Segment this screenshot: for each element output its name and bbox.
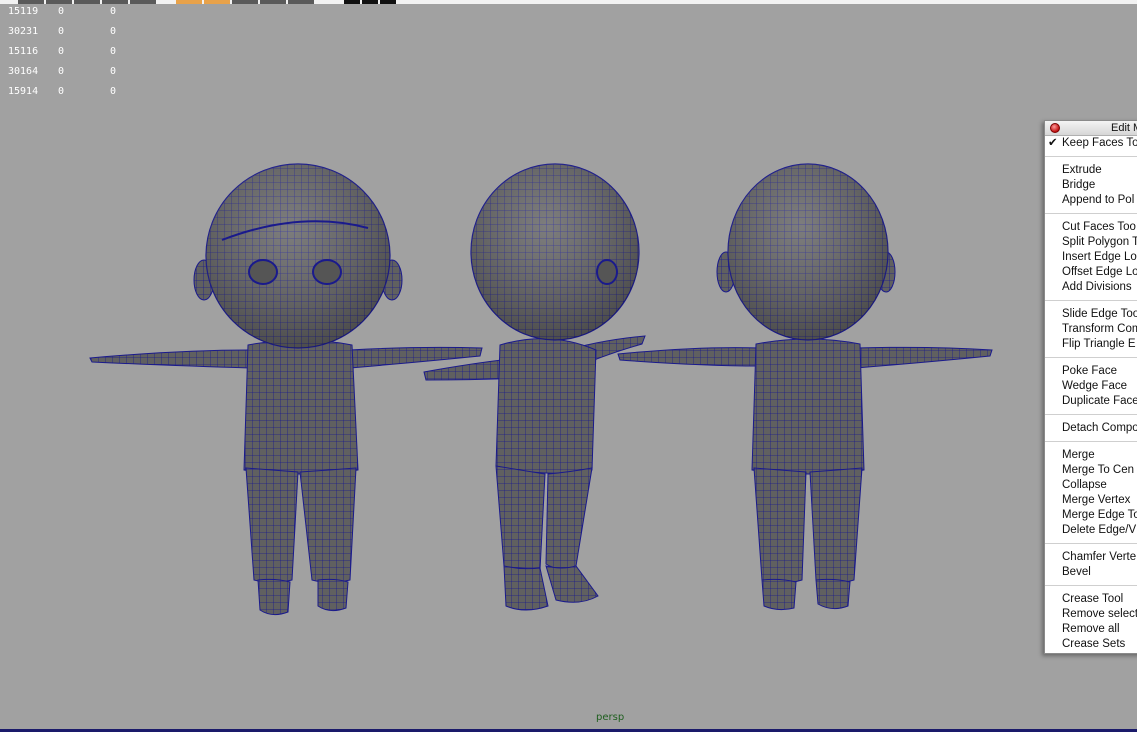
menu-item-slide-edge-tool[interactable]: Slide Edge Too bbox=[1045, 307, 1137, 322]
menu-item-label: Transform Com bbox=[1062, 323, 1137, 335]
menu-item-label: Crease Sets bbox=[1062, 638, 1126, 650]
menu-item-label: Merge Vertex bbox=[1062, 494, 1131, 506]
menu-item-label: Remove select bbox=[1062, 608, 1137, 620]
checkmark-icon: ✔ bbox=[1048, 137, 1058, 149]
character-side-view[interactable] bbox=[423, 163, 646, 611]
menu-item-label: Crease Tool bbox=[1062, 593, 1124, 605]
menu-divider bbox=[1045, 357, 1137, 358]
menu-item-crease-sets[interactable]: Crease Sets bbox=[1045, 637, 1137, 652]
menu-item-bevel[interactable]: Bevel bbox=[1045, 565, 1137, 580]
menu-item-transform-component[interactable]: Transform Com bbox=[1045, 322, 1137, 337]
menu-item-bridge[interactable]: Bridge bbox=[1045, 178, 1137, 193]
menu-item-insert-edge-loop[interactable]: Insert Edge Lo bbox=[1045, 250, 1137, 265]
menu-item-label: Keep Faces To bbox=[1062, 137, 1137, 149]
menu-item-label: Bevel bbox=[1062, 566, 1091, 578]
menu-item-label: Bridge bbox=[1062, 179, 1096, 191]
menu-item-cut-faces-tool[interactable]: Cut Faces Too bbox=[1045, 220, 1137, 235]
menu-item-merge-vertex-tool[interactable]: Merge Vertex bbox=[1045, 493, 1137, 508]
menu-item-split-polygon-tool[interactable]: Split Polygon T bbox=[1045, 235, 1137, 250]
menu-divider bbox=[1045, 441, 1137, 442]
menu-item-label: Append to Pol bbox=[1062, 194, 1135, 206]
menu-item-extrude[interactable]: Extrude bbox=[1045, 163, 1137, 178]
menu-item-merge-edge-tool[interactable]: Merge Edge To bbox=[1045, 508, 1137, 523]
camera-label: persp bbox=[596, 712, 625, 723]
menu-item-label: Flip Triangle E bbox=[1062, 338, 1136, 350]
menu-divider bbox=[1045, 300, 1137, 301]
menu-item-merge-to-center[interactable]: Merge To Cen bbox=[1045, 463, 1137, 478]
close-icon[interactable] bbox=[1050, 123, 1060, 133]
menu-item-label: Wedge Face bbox=[1062, 380, 1127, 392]
menu-item-label: Insert Edge Lo bbox=[1062, 251, 1137, 263]
menu-divider bbox=[1045, 414, 1137, 415]
menu-item-label: Chamfer Verte bbox=[1062, 551, 1137, 563]
menu-item-label: Remove all bbox=[1062, 623, 1120, 635]
menu-item-label: Merge bbox=[1062, 449, 1095, 461]
edit-mesh-tearoff-menu[interactable]: Edit M ✔ Keep Faces To Extrude Bridge Ap… bbox=[1044, 120, 1137, 654]
menu-item-label: Merge To Cen bbox=[1062, 464, 1135, 476]
menu-item-label: Cut Faces Too bbox=[1062, 221, 1136, 233]
menu-titlebar[interactable]: Edit M bbox=[1045, 121, 1137, 136]
menu-divider bbox=[1045, 156, 1137, 157]
menu-item-remove-selected-creases[interactable]: Remove select bbox=[1045, 607, 1137, 622]
menu-item-keep-faces-together[interactable]: ✔ Keep Faces To bbox=[1045, 136, 1137, 151]
menu-divider bbox=[1045, 543, 1137, 544]
menu-item-label: Split Polygon T bbox=[1062, 236, 1137, 248]
menu-item-label: Detach Compo bbox=[1062, 422, 1137, 434]
menu-item-label: Merge Edge To bbox=[1062, 509, 1137, 521]
viewport-scene[interactable] bbox=[0, 0, 1137, 732]
menu-item-add-divisions[interactable]: Add Divisions bbox=[1045, 280, 1137, 295]
menu-item-wedge-face[interactable]: Wedge Face bbox=[1045, 379, 1137, 394]
menu-item-collapse[interactable]: Collapse bbox=[1045, 478, 1137, 493]
menu-item-label: Duplicate Face bbox=[1062, 395, 1137, 407]
menu-item-poke-face[interactable]: Poke Face bbox=[1045, 364, 1137, 379]
menu-item-chamfer-vertex[interactable]: Chamfer Verte bbox=[1045, 550, 1137, 565]
menu-item-label: Offset Edge Lo bbox=[1062, 266, 1137, 278]
character-front-view[interactable] bbox=[89, 163, 483, 616]
menu-item-crease-tool[interactable]: Crease Tool bbox=[1045, 592, 1137, 607]
menu-item-duplicate-face[interactable]: Duplicate Face bbox=[1045, 394, 1137, 409]
menu-title: Edit M bbox=[1111, 122, 1137, 134]
menu-item-label: Slide Edge Too bbox=[1062, 308, 1137, 320]
menu-item-label: Add Divisions bbox=[1062, 281, 1132, 293]
menu-item-append-to-polygon[interactable]: Append to Pol bbox=[1045, 193, 1137, 208]
menu-item-detach-component[interactable]: Detach Compo bbox=[1045, 421, 1137, 436]
menu-item-offset-edge-loop[interactable]: Offset Edge Lo bbox=[1045, 265, 1137, 280]
menu-item-label: Extrude bbox=[1062, 164, 1102, 176]
menu-divider bbox=[1045, 213, 1137, 214]
menu-divider bbox=[1045, 585, 1137, 586]
menu-item-flip-triangle-edge[interactable]: Flip Triangle E bbox=[1045, 337, 1137, 352]
menu-item-remove-all-creases[interactable]: Remove all bbox=[1045, 622, 1137, 637]
menu-item-delete-edge-vertex[interactable]: Delete Edge/V bbox=[1045, 523, 1137, 538]
menu-item-label: Delete Edge/V bbox=[1062, 524, 1137, 536]
menu-item-merge[interactable]: Merge bbox=[1045, 448, 1137, 463]
menu-item-label: Collapse bbox=[1062, 479, 1107, 491]
menu-item-label: Poke Face bbox=[1062, 365, 1117, 377]
character-back-view[interactable] bbox=[617, 163, 993, 611]
